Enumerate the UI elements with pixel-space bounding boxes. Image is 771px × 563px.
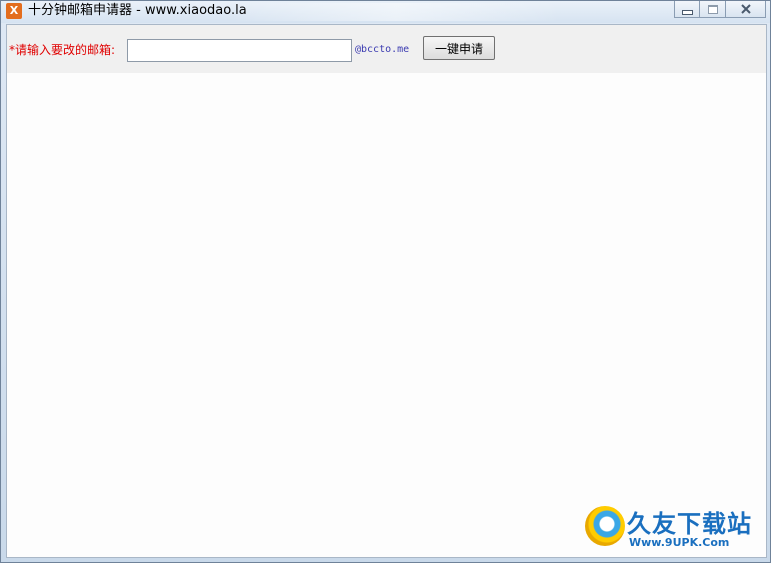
client-area: *请输入要改的邮箱: @bccto.me 一键申请 bbox=[6, 24, 767, 558]
email-label: *请输入要改的邮箱: bbox=[9, 43, 116, 57]
apply-button[interactable]: 一键申请 bbox=[423, 36, 495, 60]
minimize-button[interactable] bbox=[674, 1, 700, 18]
domain-suffix: @bccto.me bbox=[355, 44, 410, 55]
input-toolbar: *请输入要改的邮箱: @bccto.me 一键申请 bbox=[7, 25, 766, 73]
watermark-logo-icon bbox=[585, 506, 625, 546]
results-area bbox=[7, 73, 766, 557]
close-button[interactable] bbox=[726, 1, 766, 18]
watermark: 久友下载站 Www.9UPK.Com bbox=[585, 504, 760, 554]
watermark-name: 久友下载站 bbox=[627, 510, 752, 538]
window-title: 十分钟邮箱申请器 - www.xiaodao.la bbox=[28, 3, 247, 18]
close-icon bbox=[740, 4, 751, 14]
window-controls bbox=[674, 1, 766, 19]
minimize-icon bbox=[681, 9, 693, 15]
email-input[interactable] bbox=[127, 39, 352, 62]
maximize-icon bbox=[707, 4, 718, 14]
title-bar-glass bbox=[231, 3, 561, 21]
watermark-url: Www.9UPK.Com bbox=[629, 536, 730, 549]
app-icon[interactable]: X bbox=[6, 3, 22, 19]
maximize-button[interactable] bbox=[700, 1, 726, 18]
app-window: X 十分钟邮箱申请器 - www.xiaodao.la *请输入要改的邮箱: @… bbox=[0, 0, 771, 563]
title-bar[interactable]: X 十分钟邮箱申请器 - www.xiaodao.la bbox=[1, 1, 770, 23]
